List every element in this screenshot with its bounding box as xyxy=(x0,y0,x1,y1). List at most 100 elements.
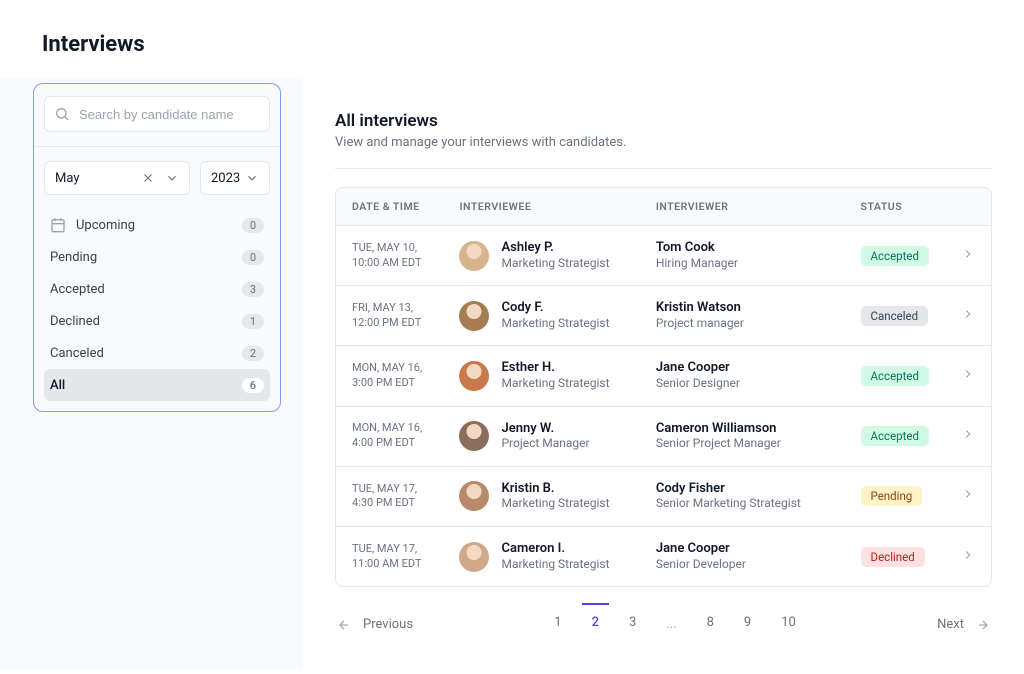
page-title: Interviews xyxy=(42,32,982,57)
chevron-right-icon xyxy=(961,427,975,441)
table-row[interactable]: MON, MAY 16,4:00 PM EDT Jenny W.Project M… xyxy=(336,407,991,467)
row-date-line1: TUE, MAY 17, xyxy=(352,542,427,557)
chevron-right-icon xyxy=(961,487,975,501)
interviewee-name: Esther H. xyxy=(501,360,609,376)
calendar-icon xyxy=(50,217,66,233)
next-button[interactable]: Next xyxy=(937,617,992,632)
chevron-down-icon xyxy=(245,171,259,185)
interviewer-role: Senior Designer xyxy=(656,376,829,392)
avatar xyxy=(459,542,489,572)
chevron-right-icon xyxy=(961,247,975,261)
row-date-line1: MON, MAY 16, xyxy=(352,421,427,436)
interviewer-name: Cameron Williamson xyxy=(656,421,829,437)
chevron-right-icon xyxy=(961,367,975,381)
table-row[interactable]: FRI, MAY 13,12:00 PM EDTCody F.Marketing… xyxy=(336,286,991,346)
filter-accepted[interactable]: Accepted 3 xyxy=(44,273,270,305)
pagination: Previous 123...8910 Next xyxy=(335,609,992,640)
interview-table: DATE & TIME INTERVIEWEE INTERVIEWER STAT… xyxy=(335,187,992,587)
filter-label: All xyxy=(50,378,65,393)
interviewee-name: Cody F. xyxy=(501,300,609,316)
row-date-line2: 4:00 PM EDT xyxy=(352,436,427,451)
filter-canceled[interactable]: Canceled 2 xyxy=(44,337,270,369)
interviewer-name: Jane Cooper xyxy=(656,360,829,376)
clear-month-icon[interactable] xyxy=(141,171,155,185)
search-input[interactable] xyxy=(44,96,270,132)
interviewee-name: Kristin B. xyxy=(501,481,609,497)
filter-label: Upcoming xyxy=(76,218,135,233)
row-date-line2: 10:00 AM EDT xyxy=(352,256,427,271)
row-date-line1: TUE, MAY 10, xyxy=(352,241,427,256)
interviewer-role: Project manager xyxy=(656,316,829,332)
status-badge: Canceled xyxy=(861,306,929,326)
interviewer-role: Hiring Manager xyxy=(656,256,829,272)
month-value: May xyxy=(55,171,79,186)
table-row[interactable]: MON, MAY 16,3:00 PM EDTEsther H.Marketin… xyxy=(336,346,991,406)
arrow-right-icon xyxy=(974,618,992,632)
interviewer-role: Senior Developer xyxy=(656,557,829,573)
filter-label: Canceled xyxy=(50,346,104,361)
filter-label: Declined xyxy=(50,314,100,329)
interviewee-role: Marketing Strategist xyxy=(501,496,609,512)
search-wrap xyxy=(44,96,270,132)
avatar xyxy=(459,301,489,331)
row-date-line1: TUE, MAY 17, xyxy=(352,482,427,497)
filter-count: 3 xyxy=(242,282,264,297)
row-date-line2: 3:00 PM EDT xyxy=(352,376,427,391)
status-badge: Accepted xyxy=(861,426,929,446)
page-3[interactable]: 3 xyxy=(625,609,640,640)
page-9[interactable]: 9 xyxy=(740,609,755,640)
filter-upcoming[interactable]: Upcoming 0 xyxy=(44,209,270,241)
table-row[interactable]: TUE, MAY 17,4:30 PM EDTKristin B.Marketi… xyxy=(336,467,991,527)
filter-panel: May 2023 Upcoming0Pending0Accepted3Decli… xyxy=(33,83,281,412)
previous-button[interactable]: Previous xyxy=(335,617,413,632)
interviewee-name: Ashley P. xyxy=(501,240,609,256)
filter-declined[interactable]: Declined1 xyxy=(44,305,270,337)
year-value: 2023 xyxy=(211,171,240,186)
interviewer-name: Cody Fisher xyxy=(656,481,829,497)
page-list: 123...8910 xyxy=(550,609,800,640)
interviewee-role: Project Manager xyxy=(501,436,589,452)
page-10[interactable]: 10 xyxy=(777,609,800,640)
avatar xyxy=(459,361,489,391)
interviewee-role: Marketing Strategist xyxy=(501,557,609,573)
table-row[interactable]: TUE, MAY 10,10:00 AM EDT Ashley P.Marketi… xyxy=(336,226,991,286)
status-badge: Pending xyxy=(861,486,923,506)
filter-all[interactable]: All 6 xyxy=(44,369,270,401)
interviewee-role: Marketing Strategist xyxy=(501,376,609,392)
interviewer-name: Jane Cooper xyxy=(656,541,829,557)
avatar xyxy=(459,241,489,271)
page-header: Interviews xyxy=(0,0,1024,79)
date-selects: May 2023 xyxy=(44,161,270,195)
interviewer-role: Senior Project Manager xyxy=(656,436,829,452)
filter-count: 0 xyxy=(242,250,264,265)
interviewee-name: Cameron I. xyxy=(501,541,609,557)
page-8[interactable]: 8 xyxy=(703,609,718,640)
col-date: DATE & TIME xyxy=(336,188,443,226)
search-icon xyxy=(54,106,70,122)
filter-count: 6 xyxy=(242,378,264,393)
interviewee-role: Marketing Strategist xyxy=(501,316,609,332)
interviewer-name: Tom Cook xyxy=(656,240,829,256)
filter-label: Accepted xyxy=(50,282,105,297)
col-interviewee: INTERVIEWEE xyxy=(443,188,639,226)
year-select[interactable]: 2023 xyxy=(200,161,270,195)
row-date-line2: 11:00 AM EDT xyxy=(352,557,427,572)
row-date-line2: 12:00 PM EDT xyxy=(352,316,427,331)
interviewer-role: Senior Marketing Strategist xyxy=(656,496,829,512)
page-1[interactable]: 1 xyxy=(550,609,565,640)
month-select[interactable]: May xyxy=(44,161,190,195)
chevron-right-icon xyxy=(961,307,975,321)
filter-list: Upcoming0Pending0Accepted3Declined1Cance… xyxy=(44,209,270,401)
table-row[interactable]: TUE, MAY 17,11:00 AM EDT Cameron I.Market… xyxy=(336,527,991,586)
chevron-down-icon xyxy=(165,171,179,185)
interviewee-name: Jenny W. xyxy=(501,421,589,437)
page-2[interactable]: 2 xyxy=(588,609,603,640)
main-title: All interviews xyxy=(335,111,992,131)
main-subtitle: View and manage your interviews with can… xyxy=(335,135,992,150)
interviewee-role: Marketing Strategist xyxy=(501,256,609,272)
filter-count: 0 xyxy=(242,218,264,233)
avatar xyxy=(459,421,489,451)
status-badge: Accepted xyxy=(861,246,929,266)
filter-pending[interactable]: Pending0 xyxy=(44,241,270,273)
filter-count: 2 xyxy=(242,346,264,361)
